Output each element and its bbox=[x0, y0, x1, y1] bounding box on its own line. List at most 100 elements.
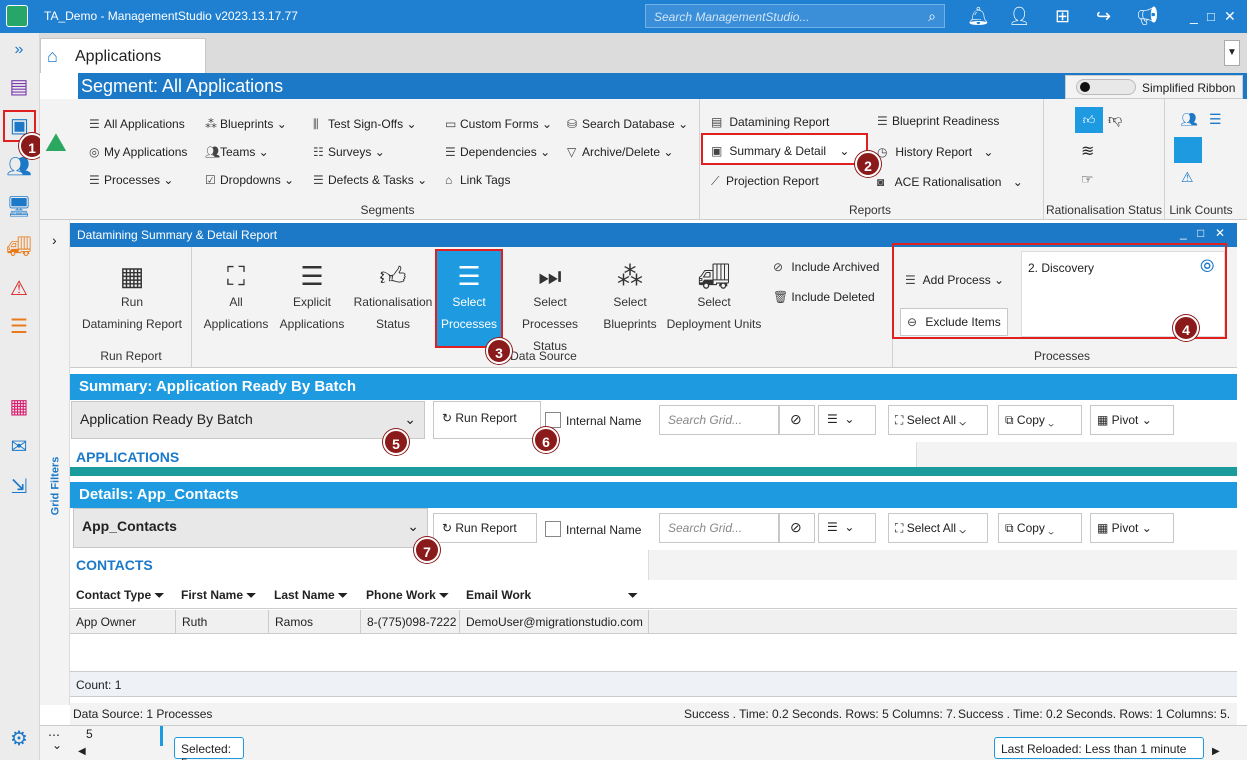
menu-my-applications[interactable]: ◎ My Applications bbox=[89, 145, 187, 159]
migration-icon[interactable]: 🚚︎ bbox=[4, 233, 34, 261]
table-row[interactable]: App Owner Ruth Ramos 8-(775)098-7222 Dem… bbox=[70, 610, 1237, 634]
menu-custom-forms[interactable]: ▭ Custom Forms ⌄ bbox=[445, 117, 552, 131]
link-people-icon[interactable]: 👥︎ bbox=[1180, 111, 1198, 128]
thumbs-down-icon[interactable]: 👎︎ bbox=[1108, 111, 1122, 128]
contacts-icon[interactable]: ▦ bbox=[4, 393, 34, 421]
include-archived-toggle[interactable]: ⊘ Include Archived bbox=[773, 260, 879, 274]
cell-last-name[interactable]: Ramos bbox=[268, 610, 360, 634]
simplified-ribbon-toggle[interactable]: Simplified Ribbon bbox=[1065, 75, 1243, 99]
settings-icon[interactable]: ⚙ bbox=[4, 725, 34, 753]
cell-email-work[interactable]: DemoUser@migrationstudio.com bbox=[459, 610, 649, 634]
menu-datamining-report[interactable]: ▤ Datamining Report bbox=[711, 115, 829, 129]
ds-explicit-applications-button[interactable]: ☰ Explicit Applications bbox=[274, 261, 350, 335]
filter-icon[interactable]: ⏷ bbox=[628, 588, 638, 603]
ds-select-blueprints-button[interactable]: ⁂ Select Blueprints bbox=[598, 261, 662, 335]
col-first-name[interactable]: First Name ⏷ bbox=[181, 588, 256, 603]
details-report-dropdown[interactable]: App_Contacts ⌄ bbox=[73, 508, 428, 548]
panel-close-icon[interactable]: ✕ bbox=[1215, 226, 1225, 240]
clear-search-icon[interactable]: ⊘ bbox=[779, 405, 815, 435]
process-item[interactable]: 2. Discovery bbox=[1028, 261, 1094, 275]
col-contact-type[interactable]: Contact Type ⏷ bbox=[76, 588, 164, 603]
tab-applications[interactable]: ⌂ Applications bbox=[40, 38, 206, 73]
user-icon[interactable]: 👤︎ bbox=[1008, 6, 1031, 27]
analytics-icon[interactable]: ▤ bbox=[4, 73, 34, 101]
col-email-work[interactable]: Email Work bbox=[466, 588, 531, 602]
menu-processes[interactable]: ☰ Processes ⌄ bbox=[89, 173, 173, 187]
align-button[interactable]: ☰ ⌄ bbox=[818, 405, 876, 435]
panel-minimize-icon[interactable]: _ bbox=[1180, 226, 1187, 240]
expand-rail-icon[interactable]: » bbox=[4, 36, 34, 64]
thumbs-up-icon[interactable]: 👍︎ bbox=[1075, 107, 1103, 133]
details-copy-button[interactable]: ⧉ Copy ⌄ bbox=[998, 513, 1082, 543]
menu-defects-tasks[interactable]: ☰ Defects & Tasks ⌄ bbox=[313, 173, 427, 187]
summary-pivot-button[interactable]: ▦ Pivot ⌄ bbox=[1090, 405, 1174, 435]
ds-all-applications-button[interactable]: ⛶ All Applications bbox=[198, 261, 274, 335]
include-deleted-toggle[interactable]: 🗑︎ Include Deleted bbox=[773, 290, 875, 304]
link-warning-icon[interactable]: ⚠ bbox=[1181, 169, 1194, 186]
menu-dropdowns[interactable]: ☑ Dropdowns ⌄ bbox=[205, 173, 294, 187]
global-search-input[interactable]: Search ManagementStudio... ⌕ bbox=[645, 4, 945, 28]
chevron-right-icon[interactable]: › bbox=[52, 232, 57, 248]
ds-select-processes-button[interactable]: ☰ Select Processes bbox=[435, 249, 503, 348]
details-select-all-button[interactable]: ⛶ Select All ⌄ bbox=[888, 513, 988, 543]
menu-search-database[interactable]: ⛁ Search Database ⌄ bbox=[567, 117, 688, 131]
menu-projection-report[interactable]: ⟋ Projection Report bbox=[711, 174, 819, 189]
summary-run-report-button[interactable]: ↻ Run Report bbox=[433, 401, 541, 439]
menu-link-tags[interactable]: ⌂ Link Tags bbox=[445, 173, 510, 187]
menu-history-report[interactable]: ◷ History Report ⌄ bbox=[877, 145, 993, 159]
details-clear-search-icon[interactable]: ⊘ bbox=[779, 513, 815, 543]
summary-copy-button[interactable]: ⧉ Copy ⌄ bbox=[998, 405, 1082, 435]
panel-maximize-icon[interactable]: □ bbox=[1197, 226, 1204, 240]
tasks-icon[interactable]: ☰ bbox=[4, 313, 34, 341]
cell-first-name[interactable]: Ruth bbox=[175, 610, 268, 634]
add-process-button[interactable]: ☰ Add Process ⌄ bbox=[905, 273, 1004, 287]
grid-filters-tab[interactable]: Grid Filters bbox=[49, 457, 61, 516]
scroll-left-icon[interactable]: ◀ bbox=[78, 746, 86, 757]
menu-surveys[interactable]: ☷ Surveys ⌄ bbox=[313, 145, 385, 159]
cell-phone-work[interactable]: 8-(775)098-7222 bbox=[360, 610, 459, 634]
menu-dependencies[interactable]: ☰ Dependencies ⌄ bbox=[445, 145, 550, 159]
scroll-right-icon[interactable]: ▶ bbox=[1212, 746, 1220, 757]
bell-icon[interactable]: 🔔︎ bbox=[967, 6, 990, 27]
menu-summary-detail[interactable]: ▣ Summary & Detail ⌄ bbox=[701, 133, 868, 165]
tab-overflow-button[interactable]: ▼ bbox=[1224, 40, 1240, 66]
process-link-icon[interactable]: ⦾ bbox=[1200, 256, 1214, 277]
menu-archive-delete[interactable]: ▽ Archive/Delete ⌄ bbox=[567, 145, 673, 159]
logout-icon[interactable]: ↪ bbox=[1096, 6, 1111, 27]
link-list-icon[interactable]: ☰ bbox=[1209, 111, 1222, 128]
details-run-report-button[interactable]: ↻ Run Report bbox=[433, 513, 537, 543]
layers-icon[interactable]: ≋ bbox=[1081, 141, 1094, 161]
mail-icon[interactable]: ✉ bbox=[4, 433, 34, 461]
hierarchy-icon[interactable]: ⊞ bbox=[1055, 6, 1070, 27]
details-internal-name-checkbox[interactable] bbox=[545, 521, 561, 537]
summary-internal-name-checkbox[interactable] bbox=[545, 412, 561, 428]
devices-icon[interactable]: 🖥︎ bbox=[4, 193, 34, 221]
menu-teams[interactable]: 👥︎Teams ⌄ bbox=[205, 145, 269, 159]
details-search-grid[interactable]: Search Grid... bbox=[659, 513, 779, 543]
menu-all-applications[interactable]: ☰ All Applications bbox=[89, 117, 185, 131]
menu-blueprints[interactable]: ⁂ Blueprints ⌄ bbox=[205, 117, 287, 131]
summary-select-all-button[interactable]: ⛶ Select All ⌄ bbox=[888, 405, 988, 435]
col-phone-work[interactable]: Phone Work ⏷ bbox=[366, 588, 449, 603]
search-icon[interactable]: ⌕ bbox=[928, 8, 936, 25]
alert-icon[interactable]: ⚠ bbox=[4, 275, 34, 303]
import-icon[interactable]: ⇲ bbox=[4, 473, 34, 501]
maximize-icon[interactable]: □ bbox=[1207, 9, 1215, 24]
exclude-items-button[interactable]: ⊖ Exclude Items bbox=[900, 308, 1008, 336]
summary-report-dropdown[interactable]: Application Ready By Batch ⌄ bbox=[71, 401, 425, 439]
menu-ace-rationalisation[interactable]: ◙ ACE Rationalisation ⌄ bbox=[877, 175, 1023, 189]
details-align-button[interactable]: ☰ ⌄ bbox=[818, 513, 876, 543]
pointer-icon[interactable]: ☞ bbox=[1081, 171, 1094, 188]
menu-blueprint-readiness[interactable]: ☰ Blueprint Readiness bbox=[877, 114, 999, 128]
summary-search-grid[interactable]: Search Grid... bbox=[659, 405, 779, 435]
col-last-name[interactable]: Last Name ⏷ bbox=[274, 588, 348, 603]
cell-contact-type[interactable]: App Owner bbox=[70, 610, 175, 634]
ds-rationalisation-status-button[interactable]: 👍︎ Rationalisation Status bbox=[350, 261, 436, 335]
run-datamining-button[interactable]: ▦ Run Datamining Report bbox=[76, 261, 188, 335]
link-count-tile[interactable] bbox=[1174, 137, 1202, 163]
minimize-icon[interactable]: _ bbox=[1190, 8, 1198, 24]
ds-select-deployment-units-button[interactable]: 🚚︎ Select Deployment Units bbox=[662, 261, 766, 335]
details-pivot-button[interactable]: ▦ Pivot ⌄ bbox=[1090, 513, 1174, 543]
ds-select-processes-status-button[interactable]: ⏭ Select Processes Status bbox=[504, 261, 596, 357]
announcement-icon[interactable]: 📢︎ bbox=[1136, 6, 1159, 27]
